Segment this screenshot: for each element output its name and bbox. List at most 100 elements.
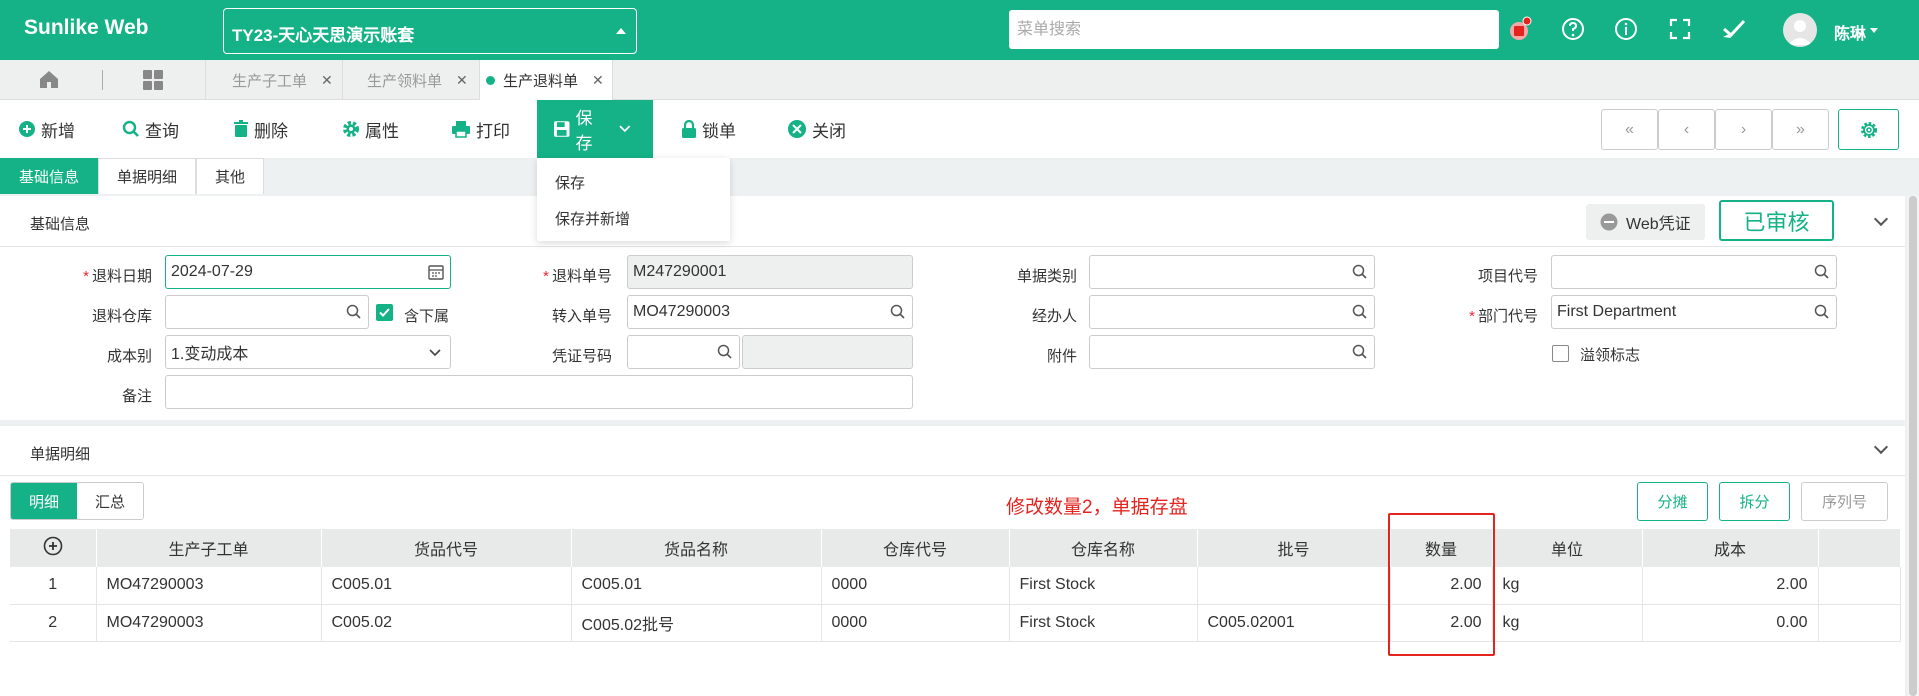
tab-summary[interactable]: 汇总 <box>77 483 144 519</box>
table-row[interactable]: 2 MO47290003 C005.02 C005.02批号 0000 Firs… <box>10 604 1901 642</box>
return-no-label: * 退料单号 <box>543 268 612 285</box>
last-record-button[interactable]: » <box>1772 109 1829 150</box>
cell-wh-name[interactable]: First Stock <box>1009 604 1198 642</box>
lock-button[interactable]: 锁单 <box>681 100 736 158</box>
column-header[interactable]: 货品代号 <box>321 529 572 567</box>
user-name[interactable]: 陈琳 <box>1834 20 1866 44</box>
transfer-no-field[interactable]: MO47290003 <box>627 295 913 329</box>
column-header[interactable]: 生产子工单 <box>96 529 322 567</box>
avatar[interactable] <box>1783 13 1817 47</box>
tab-detail[interactable]: 明细 <box>11 483 78 519</box>
tab-material-return[interactable]: 生产退料单 ✕ <box>480 60 613 100</box>
query-button[interactable]: 查询 <box>122 100 179 158</box>
remark-field[interactable] <box>165 375 913 409</box>
column-header[interactable]: 仓库代号 <box>821 529 1010 567</box>
tab-basic-info[interactable]: 基础信息 <box>0 158 99 194</box>
overflow-flag-checkbox[interactable] <box>1552 345 1569 362</box>
apps-grid-icon[interactable] <box>142 69 164 95</box>
cell-unit[interactable]: kg <box>1492 567 1643 605</box>
account-select[interactable]: TY23-天心天思演示账套 <box>223 8 637 54</box>
cell-batch[interactable] <box>1197 567 1391 605</box>
save-button[interactable]: 保存 <box>537 100 653 158</box>
cell-wh-name[interactable]: First Stock <box>1009 567 1198 605</box>
allocate-button[interactable]: 分摊 <box>1637 482 1708 521</box>
cell-batch[interactable]: C005.02001 <box>1197 604 1391 642</box>
menu-search-input[interactable] <box>1009 10 1499 49</box>
return-date-field[interactable]: 2024-07-29 <box>165 255 451 289</box>
chevron-down-icon <box>619 125 631 133</box>
close-icon[interactable]: ✕ <box>321 72 333 89</box>
printer-icon <box>452 121 470 138</box>
serial-number-button[interactable]: 序列号 <box>1801 482 1888 521</box>
cell-item-name[interactable]: C005.01 <box>571 567 822 605</box>
column-header[interactable]: 单位 <box>1492 529 1643 567</box>
print-label: 打印 <box>476 121 510 141</box>
column-header[interactable]: 批号 <box>1197 529 1391 567</box>
tab-other[interactable]: 其他 <box>196 158 265 194</box>
menu-item-save-and-new[interactable]: 保存并新增 <box>555 208 630 229</box>
help-icon[interactable] <box>1558 14 1588 44</box>
table-row[interactable]: 1 MO47290003 C005.01 C005.01 0000 First … <box>10 567 1901 605</box>
cell-item-code[interactable]: C005.02 <box>321 604 572 642</box>
split-button[interactable]: 拆分 <box>1719 482 1790 521</box>
attachment-field[interactable] <box>1089 335 1375 369</box>
cell-sub-order[interactable]: MO47290003 <box>96 567 322 605</box>
print-button[interactable]: 打印 <box>451 100 510 158</box>
home-icon[interactable] <box>38 68 60 94</box>
prev-record-button[interactable]: ‹ <box>1658 109 1715 150</box>
close-icon[interactable]: ✕ <box>456 72 468 89</box>
dept-field[interactable]: First Department <box>1551 295 1837 329</box>
doc-type-field[interactable] <box>1089 255 1375 289</box>
include-sub-checkbox[interactable] <box>376 304 393 321</box>
save-label: 保存 <box>575 109 593 153</box>
annotation-text: 修改数量2，单据存盘 <box>1006 497 1188 518</box>
cell-item-code[interactable]: C005.01 <box>321 567 572 605</box>
menu-item-save[interactable]: 保存 <box>555 172 585 193</box>
cell-cost[interactable]: 2.00 <box>1642 567 1819 605</box>
transfer-no-label: 转入单号 <box>551 308 612 325</box>
add-row-header[interactable] <box>10 529 97 567</box>
properties-button[interactable]: 属性 <box>342 100 399 158</box>
check-icon <box>379 308 390 317</box>
attachment-label: 附件 <box>1046 348 1077 365</box>
new-label: 新增 <box>41 121 75 141</box>
column-header[interactable]: 货品名称 <box>571 529 822 567</box>
page-scrollbar[interactable] <box>1907 196 1919 696</box>
warehouse-field[interactable] <box>165 295 369 329</box>
scrollbar-thumb[interactable] <box>1909 196 1917 696</box>
fullscreen-icon[interactable] <box>1665 14 1695 44</box>
collapse-icon[interactable] <box>1873 439 1889 455</box>
settings-button[interactable] <box>1838 109 1899 150</box>
tab-document-details[interactable]: 单据明细 <box>98 158 197 194</box>
new-button[interactable]: 新增 <box>18 100 75 158</box>
handler-field[interactable] <box>1089 295 1375 329</box>
close-icon[interactable]: ✕ <box>592 72 604 89</box>
info-icon[interactable] <box>1611 14 1641 44</box>
collapse-icon[interactable] <box>1873 211 1889 227</box>
cell-cost[interactable]: 0.00 <box>1642 604 1819 642</box>
close-button[interactable]: 关闭 <box>787 100 846 158</box>
tab-sub-work-order[interactable]: 生产子工单 ✕ <box>206 60 343 100</box>
delete-button[interactable]: 删除 <box>233 100 288 158</box>
cell-item-name[interactable]: C005.02批号 <box>571 604 822 642</box>
theme-icon[interactable] <box>1719 14 1749 44</box>
tab-material-requisition[interactable]: 生产领料单 ✕ <box>343 60 480 100</box>
message-icon[interactable] <box>1506 14 1536 44</box>
detail-table: 生产子工单 货品代号 货品名称 仓库代号 仓库名称 批号 数量 单位 成本 1 … <box>10 529 1901 642</box>
first-record-button[interactable]: « <box>1601 109 1658 150</box>
properties-label: 属性 <box>365 121 399 141</box>
cell-sub-order[interactable]: MO47290003 <box>96 604 322 642</box>
voucher-no-field[interactable] <box>627 335 740 369</box>
web-voucher-button[interactable]: Web凭证 <box>1586 204 1705 240</box>
column-header-spacer <box>1818 529 1901 567</box>
column-header[interactable]: 仓库名称 <box>1009 529 1198 567</box>
panel-title: 单据明细 <box>30 446 91 463</box>
column-header[interactable]: 成本 <box>1642 529 1819 567</box>
cell-unit[interactable]: kg <box>1492 604 1643 642</box>
cost-type-select[interactable]: 1.变动成本 <box>165 335 451 369</box>
project-code-field[interactable] <box>1551 255 1837 289</box>
next-record-button[interactable]: › <box>1715 109 1772 150</box>
cell-wh-code[interactable]: 0000 <box>821 567 1010 605</box>
cell-wh-code[interactable]: 0000 <box>821 604 1010 642</box>
warehouse-label: 退料仓库 <box>91 308 152 325</box>
